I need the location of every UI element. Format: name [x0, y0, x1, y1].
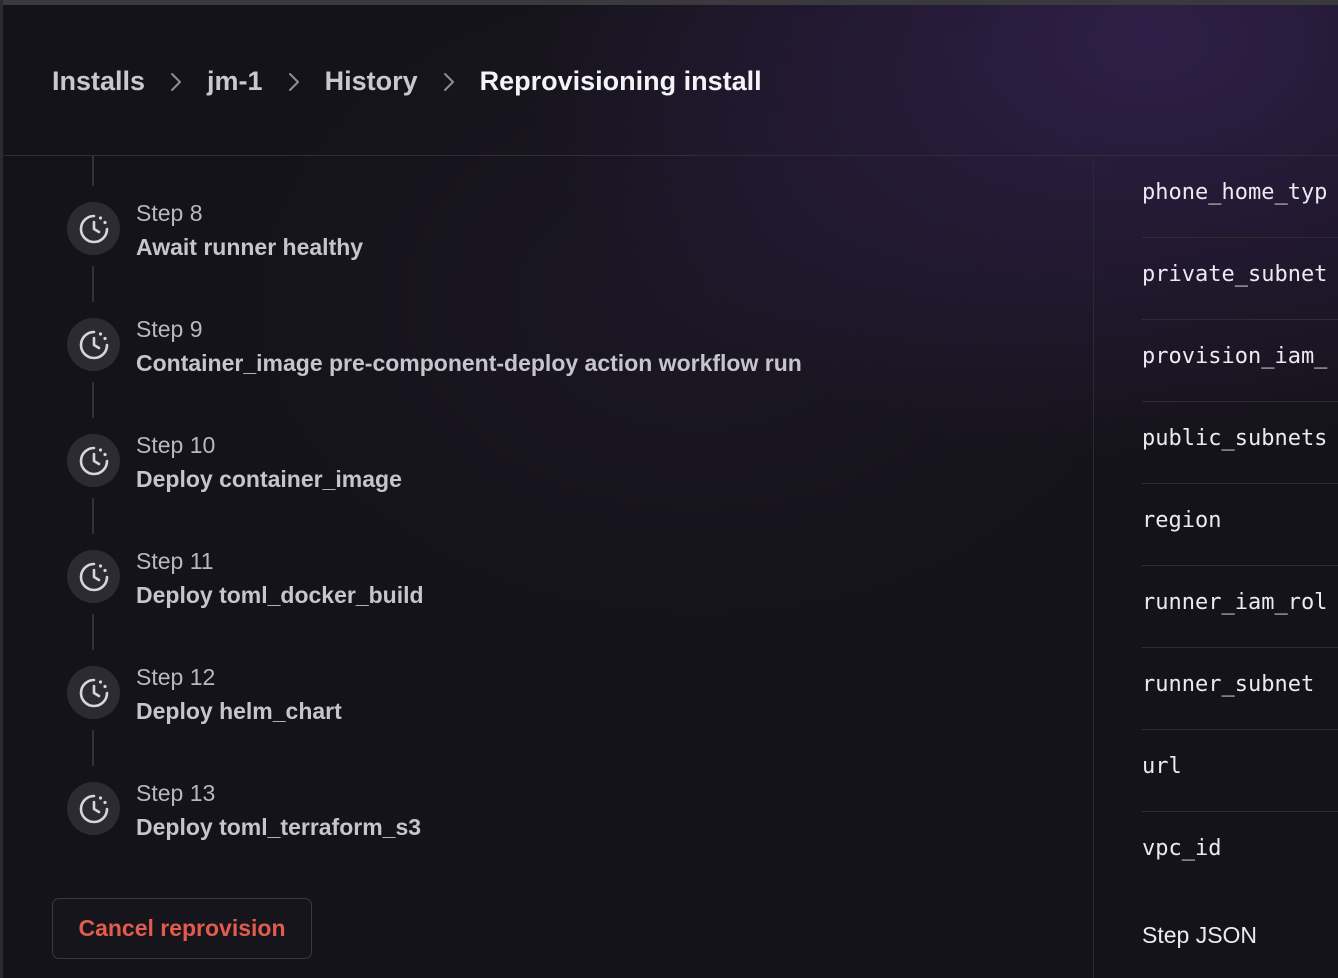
chevron-right-icon	[418, 63, 480, 99]
output-key: runner_subnet	[1142, 672, 1315, 697]
step-number: Step 9	[136, 316, 203, 342]
cancel-reprovision-button[interactable]: Cancel reprovision	[52, 898, 312, 959]
step-title: Await runner healthy	[136, 234, 364, 260]
output-row: vpc_id	[1142, 812, 1338, 894]
page-header: Installs jm-1 History Reprovisioning ins…	[3, 5, 1338, 156]
output-key: region	[1142, 508, 1222, 533]
breadcrumb: Installs jm-1 History Reprovisioning ins…	[52, 63, 762, 99]
timeline-connector	[92, 156, 94, 186]
step-item[interactable]: Step 13 Deploy toml_terraform_s3	[67, 780, 967, 862]
step-item[interactable]: Step 11 Deploy toml_docker_build	[67, 548, 967, 630]
output-row: runner_subnet	[1142, 648, 1338, 730]
output-row: phone_home_typ	[1142, 156, 1338, 238]
output-row: private_subnet	[1142, 238, 1338, 320]
output-key: provision_iam_	[1142, 344, 1328, 369]
step-number: Step 10	[136, 432, 216, 458]
step-item[interactable]: Step 12 Deploy helm_chart	[67, 664, 967, 746]
step-title: Deploy helm_chart	[136, 698, 342, 724]
output-key: phone_home_typ	[1142, 180, 1328, 205]
breadcrumb-history[interactable]: History	[325, 66, 418, 97]
output-row: region	[1142, 484, 1338, 566]
output-key: vpc_id	[1142, 836, 1222, 861]
output-key: public_subnets	[1142, 426, 1328, 451]
step-title: Deploy container_image	[136, 466, 402, 492]
app-window: Installs jm-1 History Reprovisioning ins…	[0, 0, 1338, 978]
clock-pending-icon	[67, 318, 120, 371]
clock-pending-icon	[67, 202, 120, 255]
output-row: runner_iam_rol	[1142, 566, 1338, 648]
step-details-panel: phone_home_typ private_subnet provision_…	[1094, 156, 1338, 978]
step-item[interactable]: Step 9 Container_image pre-component-dep…	[67, 316, 967, 398]
output-row: url	[1142, 730, 1338, 812]
breadcrumb-install-name[interactable]: jm-1	[207, 66, 263, 97]
step-number: Step 13	[136, 780, 216, 806]
step-json-heading[interactable]: Step JSON	[1142, 922, 1257, 949]
clock-pending-icon	[67, 434, 120, 487]
chevron-right-icon	[263, 63, 325, 99]
output-row: public_subnets	[1142, 402, 1338, 484]
breadcrumb-current: Reprovisioning install	[479, 65, 762, 96]
output-row: provision_iam_	[1142, 320, 1338, 402]
step-title: Deploy toml_docker_build	[136, 582, 424, 608]
breadcrumb-installs[interactable]: Installs	[52, 66, 145, 97]
step-item[interactable]: Step 10 Deploy container_image	[67, 432, 967, 514]
step-item[interactable]: Step 8 Await runner healthy	[67, 200, 967, 282]
output-key: url	[1142, 754, 1182, 779]
step-number: Step 8	[136, 200, 203, 226]
chevron-right-icon	[145, 63, 207, 99]
clock-pending-icon	[67, 782, 120, 835]
step-number: Step 12	[136, 664, 216, 690]
clock-pending-icon	[67, 666, 120, 719]
step-title: Container_image pre-component-deploy act…	[136, 350, 802, 376]
output-key: private_subnet	[1142, 262, 1328, 287]
output-key: runner_iam_rol	[1142, 590, 1328, 615]
clock-pending-icon	[67, 550, 120, 603]
step-number: Step 11	[136, 548, 214, 574]
workflow-steps-panel: Step 8 Await runner healthy Step 9 Conta…	[3, 156, 1093, 978]
step-title: Deploy toml_terraform_s3	[136, 814, 422, 840]
